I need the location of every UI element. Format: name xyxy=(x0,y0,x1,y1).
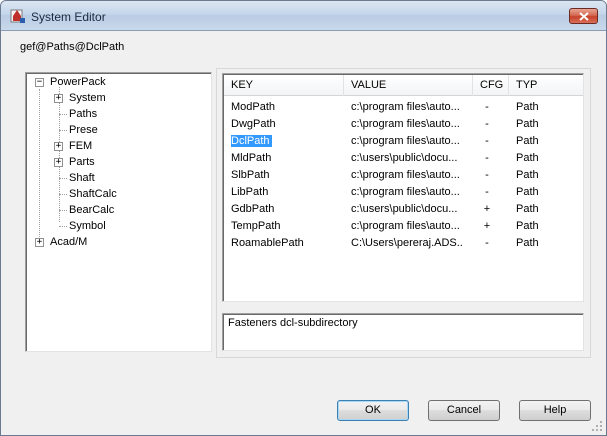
table-row[interactable]: RoamablePath C:\Users\pereraj.ADS... - P… xyxy=(224,235,574,252)
cell-value: c:\program files\auto... xyxy=(351,135,460,147)
cell-key: DclPath xyxy=(231,133,272,150)
tree-item-shaftcalc[interactable]: ShaftCalc xyxy=(26,186,206,202)
cell-cfg: - xyxy=(485,118,489,130)
cell-cfg: - xyxy=(485,152,489,164)
cell-value: C:\Users\pereraj.ADS... xyxy=(351,237,463,249)
system-editor-window: System Editor gef@Paths@DclPath − PowerP… xyxy=(0,0,607,436)
cancel-button[interactable]: Cancel xyxy=(428,400,500,421)
cell-cfg: - xyxy=(485,101,489,113)
current-path-label: gef@Paths@DclPath xyxy=(20,41,125,53)
tree-item-label: Prese xyxy=(69,124,98,136)
table-row[interactable]: SlbPath c:\program files\auto... - Path xyxy=(224,167,574,184)
cell-value: c:\program files\auto... xyxy=(351,220,460,232)
close-button[interactable] xyxy=(569,8,598,24)
app-icon xyxy=(10,9,25,23)
tree-item-shaft[interactable]: Shaft xyxy=(26,170,206,186)
cell-typ: Path xyxy=(516,118,539,130)
expand-icon[interactable]: + xyxy=(54,142,63,151)
tree-item-label: Acad/M xyxy=(50,236,88,248)
header-gutter xyxy=(571,75,583,96)
tree-item-acadm[interactable]: + Acad/M xyxy=(26,234,206,250)
tree-item-label: PowerPack xyxy=(50,76,106,88)
tree-item-bearcalc[interactable]: BearCalc xyxy=(26,202,206,218)
cell-key: TempPath xyxy=(231,220,281,232)
title-bar[interactable]: System Editor xyxy=(1,1,606,31)
tree-item-fem[interactable]: + FEM xyxy=(26,138,206,154)
tree-item-system[interactable]: + System xyxy=(26,90,206,106)
table-row[interactable]: MldPath c:\users\public\docu... - Path xyxy=(224,150,574,167)
cell-typ: Path xyxy=(516,237,539,249)
cell-key: LibPath xyxy=(231,186,269,198)
cell-value: c:\program files\auto... xyxy=(351,169,460,181)
close-icon xyxy=(578,11,589,21)
tree-item-label: Shaft xyxy=(69,172,95,184)
ok-button[interactable]: OK xyxy=(337,400,409,421)
table-row[interactable]: LibPath c:\program files\auto... - Path xyxy=(224,184,574,201)
tree-item-label: ShaftCalc xyxy=(69,188,117,200)
tree-item-paths[interactable]: Paths xyxy=(26,106,206,122)
table-row[interactable]: DwgPath c:\program files\auto... - Path xyxy=(224,116,574,133)
table-row-selected[interactable]: DclPath c:\program files\auto... - Path xyxy=(224,133,574,150)
cell-typ: Path xyxy=(516,135,539,147)
cell-key: SlbPath xyxy=(231,169,270,181)
expand-icon[interactable]: + xyxy=(54,158,63,167)
tree-view[interactable]: − PowerPack + System Paths Prese + FEM +… xyxy=(25,72,212,352)
column-header-cfg[interactable]: CFG xyxy=(473,75,509,96)
list-header: KEY VALUE CFG TYP xyxy=(224,75,573,96)
cell-typ: Path xyxy=(516,101,539,113)
dialog-client-area: gef@Paths@DclPath − PowerPack + System P… xyxy=(1,32,606,435)
tree-item-powerpack[interactable]: − PowerPack xyxy=(26,74,206,90)
cell-value: c:\program files\auto... xyxy=(351,186,460,198)
table-row[interactable]: GdbPath c:\users\public\docu... + Path xyxy=(224,201,574,218)
key-value-list[interactable]: KEY VALUE CFG TYP ModPath c:\program fil… xyxy=(222,73,584,302)
expand-icon[interactable]: + xyxy=(35,238,44,247)
cell-value: c:\program files\auto... xyxy=(351,101,460,113)
tree-item-label: BearCalc xyxy=(69,204,115,216)
cell-typ: Path xyxy=(516,186,539,198)
cell-key: RoamablePath xyxy=(231,237,304,249)
tree-item-parts[interactable]: + Parts xyxy=(26,154,206,170)
description-text: Fasteners dcl-subdirectory xyxy=(228,317,358,329)
cell-key: DwgPath xyxy=(231,118,276,130)
cell-cfg: + xyxy=(483,203,491,215)
tree-item-prese[interactable]: Prese xyxy=(26,122,206,138)
tree-item-label: Paths xyxy=(69,108,98,120)
cell-typ: Path xyxy=(516,220,539,232)
tree-item-label: FEM xyxy=(69,140,93,152)
tree-item-label: Symbol xyxy=(69,220,106,232)
cell-value: c:\program files\auto... xyxy=(351,118,460,130)
cell-key: GdbPath xyxy=(231,203,275,215)
cell-typ: Path xyxy=(516,203,539,215)
tree-item-label: System xyxy=(69,92,106,104)
expand-icon[interactable]: + xyxy=(54,94,63,103)
cell-cfg: - xyxy=(485,186,489,198)
cell-key: MldPath xyxy=(231,152,272,164)
window-title: System Editor xyxy=(31,10,106,24)
resize-grip-icon[interactable] xyxy=(592,421,603,432)
help-button[interactable]: Help xyxy=(519,400,591,421)
table-row[interactable]: TempPath c:\program files\auto... + Path xyxy=(224,218,574,235)
cell-typ: Path xyxy=(516,169,539,181)
description-box[interactable]: Fasteners dcl-subdirectory xyxy=(222,313,584,351)
cell-typ: Path xyxy=(516,152,539,164)
selected-key-highlight: DclPath xyxy=(231,135,272,147)
tree-item-label: Parts xyxy=(69,156,95,168)
cell-cfg: - xyxy=(485,237,489,249)
cell-value: c:\users\public\docu... xyxy=(351,152,458,164)
column-header-key[interactable]: KEY xyxy=(224,75,344,96)
column-header-value[interactable]: VALUE xyxy=(344,75,473,96)
table-row[interactable]: ModPath c:\program files\auto... - Path xyxy=(224,99,574,116)
column-header-typ[interactable]: TYP xyxy=(509,75,573,96)
tree-item-symbol[interactable]: Symbol xyxy=(26,218,206,234)
collapse-icon[interactable]: − xyxy=(35,78,44,87)
cell-key: ModPath xyxy=(231,101,276,113)
cell-cfg: + xyxy=(483,220,491,232)
cell-cfg: - xyxy=(485,135,489,147)
cell-cfg: - xyxy=(485,169,489,181)
cell-value: c:\users\public\docu... xyxy=(351,203,458,215)
